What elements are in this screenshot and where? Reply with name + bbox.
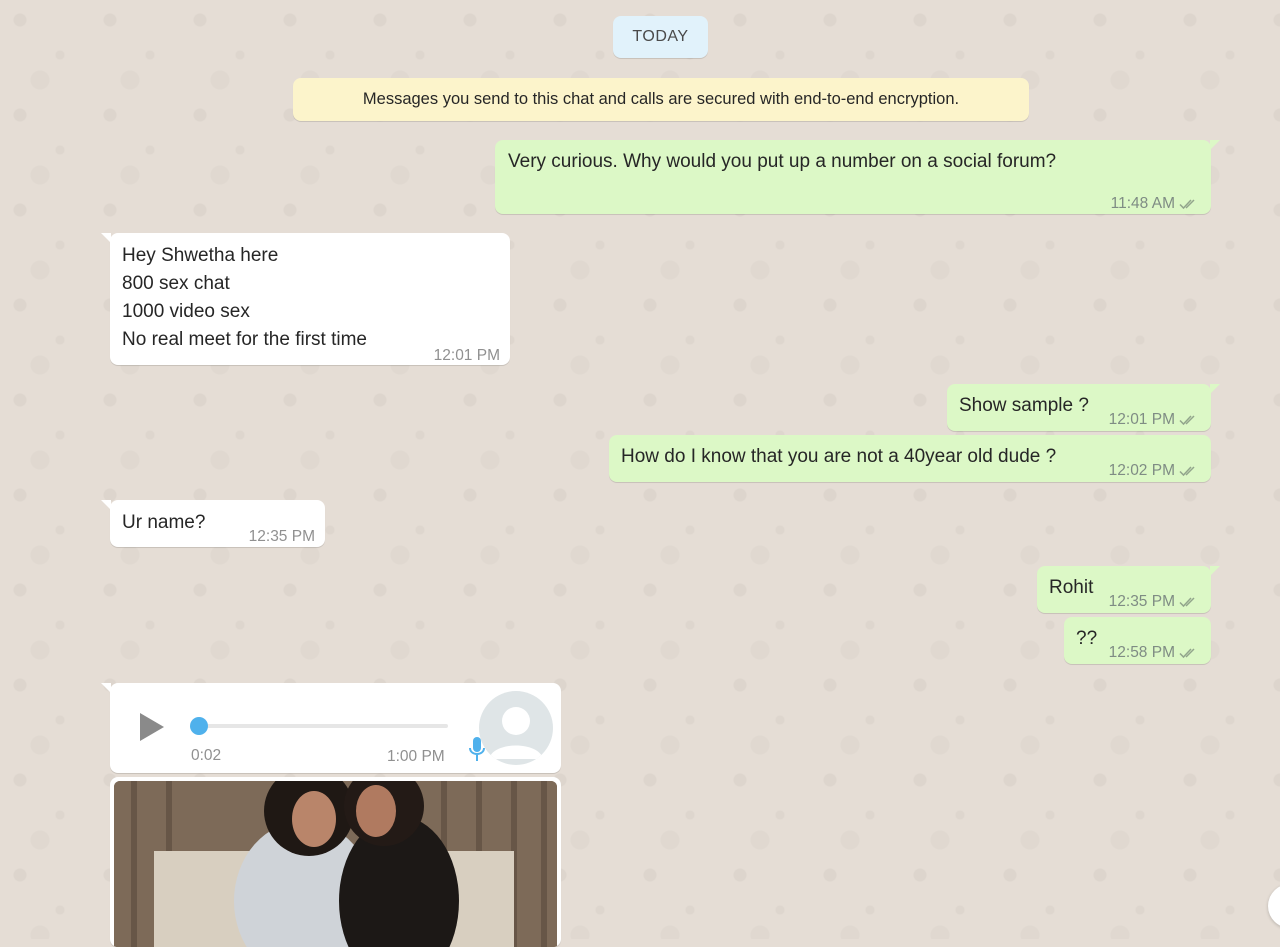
message-time: 12:35 PM bbox=[248, 528, 315, 545]
message-text: Show sample ? bbox=[959, 395, 1089, 416]
message-time: 12:58 PM bbox=[1108, 644, 1175, 661]
play-icon[interactable] bbox=[138, 711, 166, 743]
message-outgoing[interactable]: Very curious. Why would you put up a num… bbox=[495, 140, 1220, 214]
message-time: 12:35 PM bbox=[1108, 593, 1175, 610]
message-incoming[interactable]: Ur name? 12:35 PM bbox=[101, 500, 325, 547]
avatar-icon bbox=[479, 691, 553, 765]
double-check-icon bbox=[1179, 648, 1195, 659]
message-meta: 11:48 AM bbox=[1111, 190, 1199, 218]
encryption-notice[interactable]: Messages you send to this chat and calls… bbox=[293, 78, 1029, 121]
double-check-icon bbox=[1179, 199, 1195, 210]
double-check-icon bbox=[1179, 466, 1195, 477]
message-outgoing[interactable]: Show sample ? 12:01 PM bbox=[947, 384, 1220, 434]
image-message[interactable] bbox=[110, 777, 561, 947]
photo-thumbnail[interactable] bbox=[114, 781, 557, 947]
message-text: Rohit bbox=[1049, 577, 1094, 598]
message-text-line: Hey Shwetha here bbox=[122, 245, 279, 266]
message-meta: 12:01 PM bbox=[1109, 406, 1199, 434]
encryption-notice-text: Messages you send to this chat and calls… bbox=[362, 90, 960, 108]
message-outgoing[interactable]: Rohit 12:35 PM bbox=[1037, 566, 1220, 616]
message-text: ?? bbox=[1076, 628, 1098, 649]
date-separator: TODAY bbox=[613, 16, 708, 58]
message-meta: 12:35 PM bbox=[1109, 588, 1199, 616]
message-text: Ur name? bbox=[122, 512, 206, 533]
voice-message[interactable]: 0:02 1:00 PM bbox=[101, 683, 561, 773]
message-incoming[interactable]: Hey Shwetha here 800 sex chat 1000 video… bbox=[101, 233, 510, 365]
message-text: Very curious. Why would you put up a num… bbox=[508, 151, 1057, 172]
message-text-line: 800 sex chat bbox=[122, 273, 230, 294]
message-meta: 12:58 PM bbox=[1109, 639, 1199, 667]
voice-progress-track[interactable] bbox=[198, 724, 448, 728]
double-check-icon bbox=[1179, 597, 1195, 608]
message-time: 1:00 PM bbox=[387, 748, 445, 765]
message-text-line: 1000 video sex bbox=[122, 301, 250, 322]
voice-duration: 0:02 bbox=[191, 747, 222, 764]
message-time: 12:02 PM bbox=[1108, 462, 1175, 479]
message-outgoing[interactable]: ?? 12:58 PM bbox=[1064, 617, 1211, 664]
message-text: How do I know that you are not a 40year … bbox=[621, 446, 1057, 467]
message-text-line: No real meet for the first time bbox=[122, 329, 367, 350]
message-time: 11:48 AM bbox=[1110, 195, 1175, 212]
microphone-icon bbox=[469, 737, 485, 761]
double-check-icon bbox=[1179, 415, 1195, 426]
message-time: 12:01 PM bbox=[433, 347, 500, 364]
message-outgoing[interactable]: How do I know that you are not a 40year … bbox=[609, 435, 1211, 482]
date-label: TODAY bbox=[632, 28, 689, 45]
voice-progress-thumb[interactable] bbox=[190, 717, 208, 735]
message-meta: 12:02 PM bbox=[1109, 457, 1199, 485]
message-time: 12:01 PM bbox=[1108, 411, 1175, 428]
